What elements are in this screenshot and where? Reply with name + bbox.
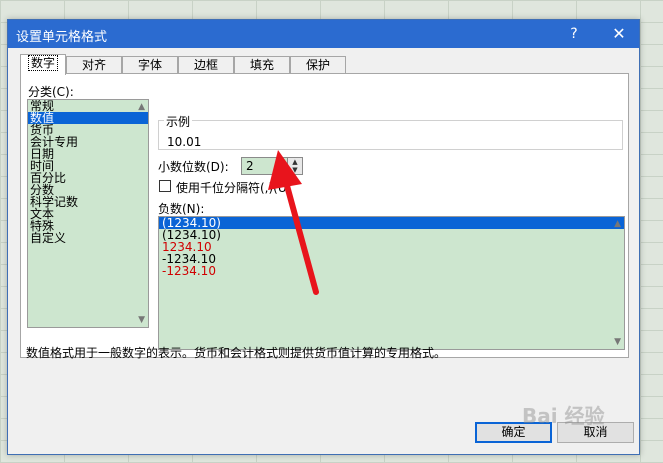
arrow-shaft <box>283 179 319 295</box>
arrow-head <box>268 150 302 190</box>
annotation-arrow-icon <box>268 150 319 295</box>
tab-number[interactable]: 数字 <box>20 54 66 75</box>
